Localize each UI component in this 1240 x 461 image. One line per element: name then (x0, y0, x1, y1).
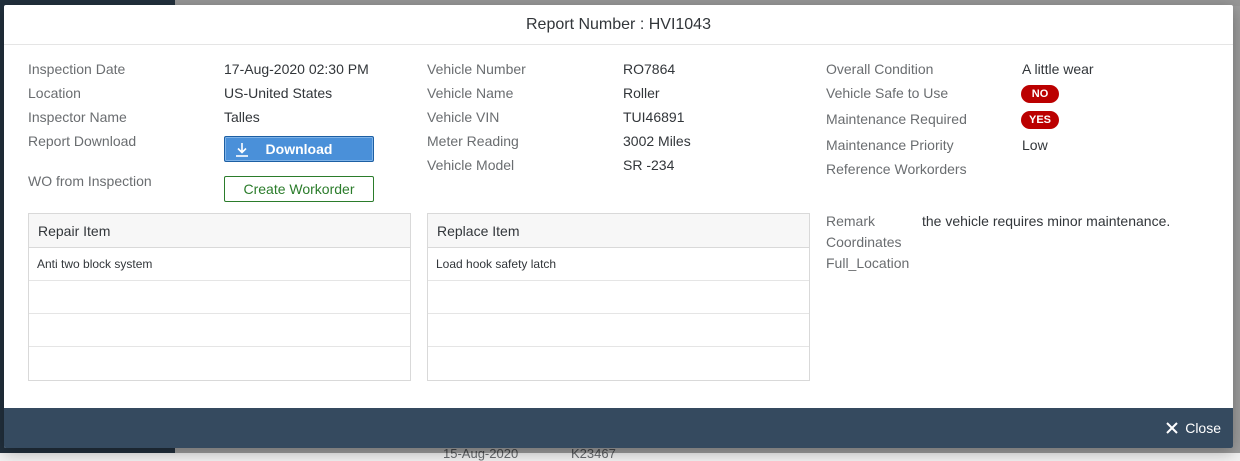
repair-item-cell: Anti two block system (37, 257, 153, 271)
inspection-date-value: 17-Aug-2020 02:30 PM (224, 61, 369, 77)
table-row[interactable] (428, 347, 809, 380)
vehicle-name-value: Roller (623, 85, 660, 101)
vehicle-number-value: RO7864 (623, 61, 676, 77)
repair-item-header-label: Repair Item (38, 222, 111, 239)
inspection-date-label: Inspection Date (28, 61, 126, 77)
table-row[interactable] (29, 281, 410, 314)
maintenance-required-label: Maintenance Required (826, 111, 967, 127)
coordinates-label: Coordinates (826, 234, 902, 250)
replace-item-table: Replace Item Load hook safety latch (427, 213, 810, 381)
meter-reading-value: 3002 Miles (623, 133, 691, 149)
table-row[interactable] (428, 314, 809, 347)
wo-from-inspection-label: WO from Inspection (28, 173, 152, 189)
close-icon (1166, 422, 1178, 434)
vehicle-number-label: Vehicle Number (427, 61, 526, 77)
full-location-label: Full_Location (826, 255, 910, 271)
maintenance-priority-value: Low (1022, 137, 1048, 153)
table-row[interactable] (29, 347, 410, 380)
create-workorder-label: Create Workorder (243, 181, 355, 197)
meter-reading-label: Meter Reading (427, 133, 519, 149)
table-row[interactable]: Load hook safety latch (428, 248, 809, 281)
vehicle-name-label: Vehicle Name (427, 85, 514, 101)
vehicle-model-value: SR -234 (623, 157, 675, 173)
vehicle-safe-label: Vehicle Safe to Use (826, 85, 949, 101)
location-value: US-United States (224, 85, 333, 101)
replace-item-header-label: Replace Item (437, 222, 520, 239)
download-button[interactable]: Download (224, 136, 374, 162)
dialog-content: Inspection Date 17-Aug-2020 02:30 PM Loc… (4, 45, 1233, 408)
inspector-value: Talles (224, 109, 260, 125)
table-row[interactable] (29, 314, 410, 347)
report-download-label: Report Download (28, 133, 137, 149)
remark-value: the vehicle requires minor maintenance. (922, 213, 1171, 229)
replace-item-cell: Load hook safety latch (436, 257, 557, 271)
report-dialog: Report Number : HVI1043 Inspection Date … (4, 5, 1233, 448)
download-icon (236, 143, 248, 157)
vehicle-model-label: Vehicle Model (427, 157, 515, 173)
table-row[interactable]: Anti two block system (29, 248, 410, 281)
inspector-label: Inspector Name (28, 109, 127, 125)
vehicle-vin-label: Vehicle VIN (427, 109, 500, 125)
remark-label: Remark (826, 213, 876, 229)
location-label: Location (28, 85, 81, 101)
dialog-footer: Close (4, 408, 1233, 448)
overall-condition-label: Overall Condition (826, 61, 934, 77)
create-workorder-button[interactable]: Create Workorder (224, 176, 374, 202)
close-button[interactable]: Close (1165, 420, 1221, 436)
table-row[interactable] (428, 281, 809, 314)
close-button-label: Close (1185, 420, 1221, 436)
reference-workorders-label: Reference Workorders (826, 161, 967, 177)
maintenance-required-badge: YES (1021, 111, 1059, 129)
vehicle-vin-value: TUI46891 (623, 109, 685, 125)
replace-item-header: Replace Item (428, 214, 809, 248)
dialog-header: Report Number : HVI1043 (4, 5, 1233, 45)
repair-item-header: Repair Item (29, 214, 410, 248)
vehicle-safe-badge: NO (1021, 85, 1059, 103)
download-button-label: Download (265, 141, 333, 157)
maintenance-priority-label: Maintenance Priority (826, 137, 954, 153)
dialog-title: Report Number : HVI1043 (526, 15, 711, 33)
repair-item-table: Repair Item Anti two block system (28, 213, 411, 381)
overall-condition-value: A little wear (1022, 61, 1094, 77)
